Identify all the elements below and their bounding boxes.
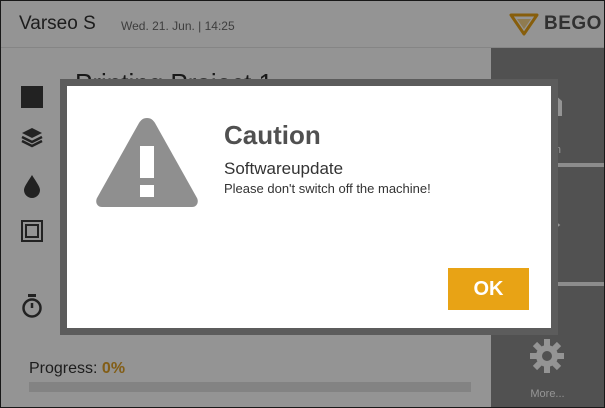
warning-icon	[96, 118, 198, 207]
dialog-subtitle: Softwareupdate	[224, 159, 344, 178]
caution-dialog: Caution Softwareupdate Please don't swit…	[60, 79, 558, 335]
dialog-message: Please don't switch off the machine!	[224, 181, 431, 196]
ok-button[interactable]: OK	[448, 268, 529, 310]
dialog-title: Caution	[224, 120, 321, 150]
